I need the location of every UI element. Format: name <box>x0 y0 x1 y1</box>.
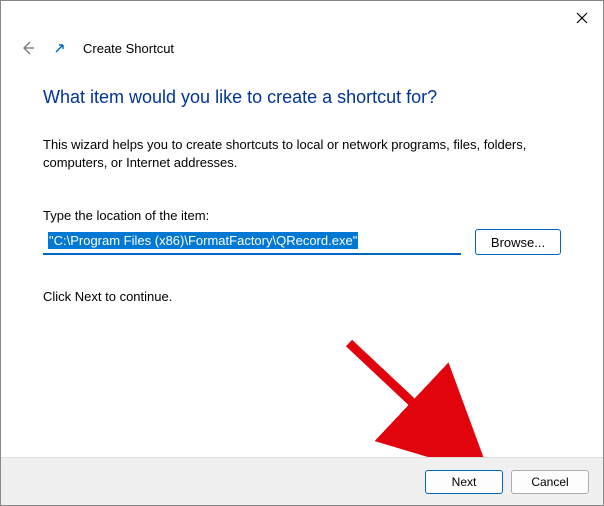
next-button[interactable]: Next <box>425 470 503 494</box>
description-text: This wizard helps you to create shortcut… <box>43 136 561 172</box>
cancel-button[interactable]: Cancel <box>511 470 589 494</box>
shortcut-icon <box>53 41 67 55</box>
back-arrow-icon[interactable] <box>19 39 37 57</box>
dialog-title: Create Shortcut <box>83 41 174 56</box>
browse-button[interactable]: Browse... <box>475 229 561 255</box>
location-input[interactable] <box>43 229 461 255</box>
titlebar <box>1 1 603 35</box>
content: What item would you like to create a sho… <box>1 67 603 304</box>
page-heading: What item would you like to create a sho… <box>43 87 561 108</box>
instruction-text: Click Next to continue. <box>43 289 561 304</box>
close-icon[interactable] <box>575 11 589 25</box>
header: Create Shortcut <box>1 35 603 67</box>
location-field-label: Type the location of the item: <box>43 208 561 223</box>
footer: Next Cancel <box>1 457 603 505</box>
location-input-wrapper: "C:\Program Files (x86)\FormatFactory\QR… <box>43 229 461 255</box>
input-row: "C:\Program Files (x86)\FormatFactory\QR… <box>43 229 561 255</box>
